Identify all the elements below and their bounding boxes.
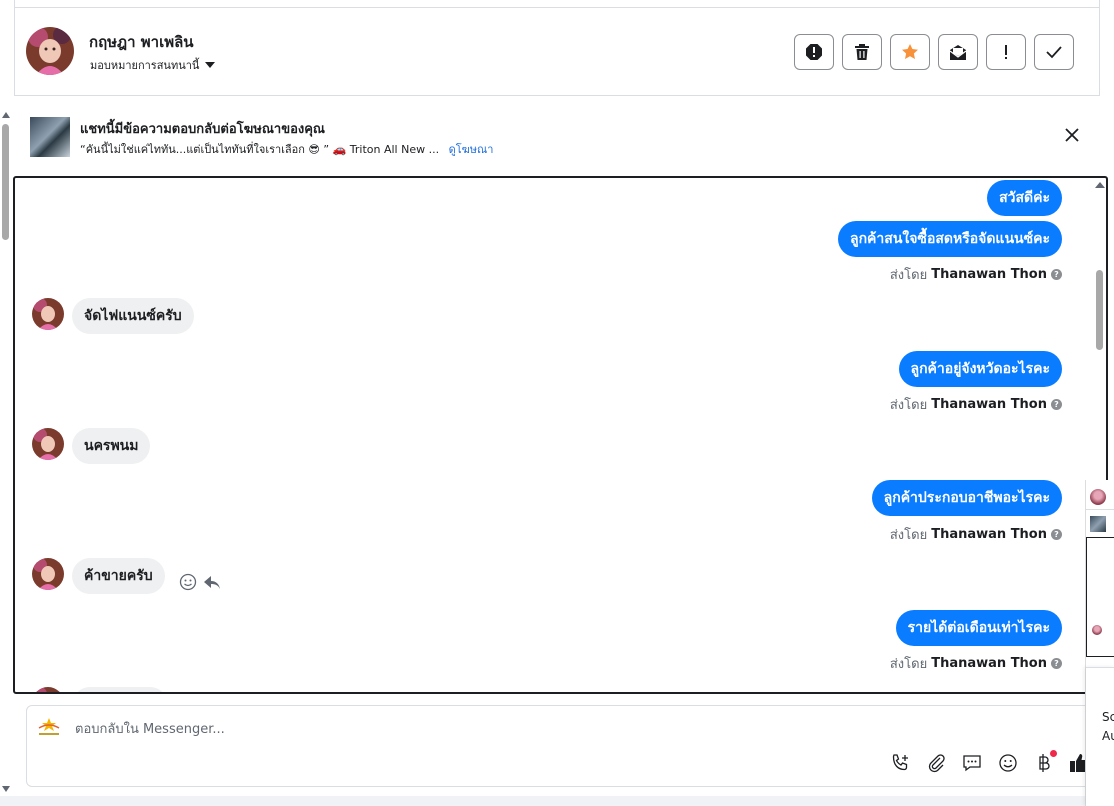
sent-by-prefix: ส่งโดย [889, 657, 928, 672]
reply-icon[interactable] [203, 573, 221, 591]
conversation-actions [794, 34, 1074, 70]
top-divider [14, 0, 1100, 8]
contact-avatar-small [32, 687, 64, 692]
bottom-bar [0, 796, 1114, 806]
reply-composer [26, 705, 1096, 787]
alert-octagon-icon [806, 44, 822, 60]
outgoing-message[interactable]: ลูกค้าประกอบอาชีพอะไรคะ [871, 480, 1062, 516]
sent-by-label: ส่งโดย Thanawan Thon ? [890, 653, 1062, 674]
page: กฤษฎา พาเพลิน มอบหมายการสนทนานี้ แชทนี้ม… [0, 0, 1114, 806]
outgoing-message[interactable]: ลูกค้าอยู่จังหวัดอะไรคะ [898, 351, 1062, 387]
sent-by-label: ส่งโดย Thanawan Thon ? [890, 394, 1062, 415]
phone-add-icon [892, 754, 908, 771]
ad-banner-title: แชทนี้มีข้อความตอบกลับต่อโฆษณาของคุณ [80, 122, 325, 137]
checkmark-icon [1046, 46, 1062, 59]
view-ad-link[interactable]: ดูโฆษณา [449, 143, 494, 156]
incoming-message[interactable]: จัดไฟแนนซ์ครับ [72, 298, 194, 334]
avatar [1090, 489, 1106, 505]
contact-avatar-small[interactable] [32, 558, 64, 590]
conversation-header: กฤษฎา พาเพลิน มอบหมายการสนทนานี้ [14, 8, 1100, 96]
toast-line: Sc [1102, 710, 1114, 724]
side-chat-panel: Sc Au [1085, 480, 1114, 806]
contact-avatar-small[interactable] [32, 428, 64, 460]
star-icon [902, 44, 918, 59]
message-thread: สวัสดีค่ะ ลูกค้าสนใจซื้อสดหรือจัดแนนซ์คะ… [13, 176, 1108, 694]
scroll-up-arrow[interactable] [1095, 182, 1105, 188]
help-icon[interactable]: ? [1051, 658, 1062, 669]
mark-done-button[interactable] [1034, 34, 1074, 70]
toast-line: Au [1102, 729, 1114, 743]
side-ad-row[interactable] [1086, 510, 1114, 538]
composer-toolbar [889, 750, 1091, 774]
avatar [1092, 625, 1102, 635]
sent-by-prefix: ส่งโดย [889, 268, 928, 283]
mark-important-button[interactable] [986, 34, 1026, 70]
sent-by-label: ส่งโดย Thanawan Thon ? [890, 524, 1062, 545]
side-thread-box [1086, 537, 1114, 657]
scroll-down-arrow[interactable] [2, 786, 10, 792]
saved-replies-button[interactable] [961, 752, 983, 774]
paperclip-icon [928, 754, 945, 773]
help-icon[interactable]: ? [1051, 529, 1062, 540]
sender-name: Thanawan Thon [931, 527, 1047, 542]
scroll-up-arrow[interactable] [2, 112, 10, 118]
call-button[interactable] [889, 752, 911, 774]
assign-conversation-dropdown[interactable]: มอบหมายการสนทนานี้ [90, 56, 216, 74]
contact-avatar-small[interactable] [32, 298, 64, 330]
scrollbar-thumb[interactable] [2, 124, 9, 240]
outgoing-message[interactable]: สวัสดีค่ะ [987, 180, 1062, 216]
smiley-icon [999, 754, 1017, 772]
chat-bubble-icon [963, 755, 981, 772]
delete-button[interactable] [842, 34, 882, 70]
incoming-message[interactable]: ค้าขายครับ [72, 558, 165, 594]
ad-text: “คันนี้ไม่ใช่แค่ไททัน...แต่เป็นไททันที่ใ… [80, 143, 440, 156]
ad-banner-subtitle: “คันนี้ไม่ใช่แค่ไททัน...แต่เป็นไททันที่ใ… [80, 140, 493, 158]
chevron-down-icon [205, 62, 216, 68]
sent-by-prefix: ส่งโดย [889, 398, 928, 413]
trash-icon [855, 44, 869, 60]
incoming-message[interactable]: นครพนม [72, 428, 151, 464]
payment-button[interactable] [1033, 750, 1057, 774]
help-icon[interactable]: ? [1051, 269, 1062, 280]
smiley-react-icon[interactable] [179, 573, 197, 591]
notification-toast[interactable]: Sc Au [1086, 667, 1114, 806]
contact-avatar[interactable] [26, 27, 74, 75]
message-input[interactable] [75, 718, 775, 740]
ad-reply-banner: แชทนี้มีข้อความตอบกลับต่อโฆษณาของคุณ “คั… [14, 97, 1100, 175]
attach-button[interactable] [925, 752, 947, 774]
sent-by-prefix: ส่งโดย [889, 528, 928, 543]
sender-name: Thanawan Thon [931, 267, 1047, 282]
outgoing-message[interactable]: ลูกค้าสนใจซื้อสดหรือจัดแนนซ์คะ [838, 221, 1062, 257]
outgoing-message[interactable]: รายได้ต่อเดือนเท่าไรคะ [895, 610, 1062, 646]
star-button[interactable] [890, 34, 930, 70]
envelope-open-icon [949, 45, 967, 60]
ad-thumbnail [1090, 516, 1106, 532]
sender-name: Thanawan Thon [931, 397, 1047, 412]
ad-thumbnail[interactable] [30, 117, 70, 157]
report-spam-button[interactable] [794, 34, 834, 70]
scrollbar-thumb[interactable] [1096, 270, 1103, 350]
page-scrollbar[interactable] [0, 108, 12, 800]
assign-label: มอบหมายการสนทนานี้ [90, 59, 200, 72]
incoming-message-partial [72, 687, 168, 692]
baht-icon [1039, 754, 1050, 772]
help-icon[interactable]: ? [1051, 399, 1062, 410]
contact-name: กฤษฎา พาเพลิน [89, 33, 194, 51]
sender-name: Thanawan Thon [931, 656, 1047, 671]
page-logo [38, 718, 60, 735]
message-hover-actions [179, 573, 221, 591]
exclamation-icon [1005, 45, 1007, 59]
emoji-button[interactable] [997, 752, 1019, 774]
sent-by-label: ส่งโดย Thanawan Thon ? [890, 264, 1062, 285]
side-chat-row[interactable] [1086, 482, 1114, 510]
mark-unread-button[interactable] [938, 34, 978, 70]
notification-dot [1050, 750, 1057, 757]
close-icon[interactable] [1062, 125, 1082, 145]
